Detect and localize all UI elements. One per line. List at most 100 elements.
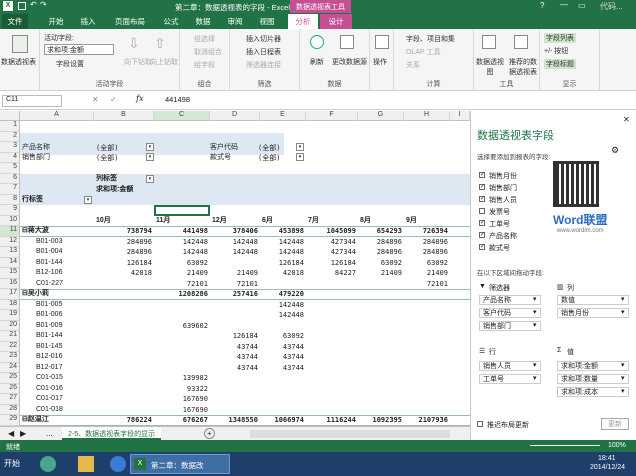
pivot-value-cell[interactable]: 63092 — [154, 258, 208, 269]
pivot-value-cell[interactable] — [404, 321, 448, 332]
pivot-row-label[interactable]: ⊟吴小莉 — [22, 289, 49, 300]
pivot-value-cell[interactable] — [210, 310, 258, 321]
active-field-input[interactable]: 求和项:金额 — [44, 44, 114, 55]
area-field-item[interactable]: 销售人员 — [479, 361, 541, 371]
pivot-row-label[interactable]: B01-003 — [36, 237, 62, 248]
pivot-value-cell[interactable]: 453898 — [260, 226, 304, 237]
pivot-value-cell[interactable] — [94, 331, 152, 342]
pivot-value-cell[interactable]: 142448 — [260, 310, 304, 321]
pivot-chart-icon[interactable] — [482, 35, 496, 49]
row-header[interactable]: 7 — [0, 184, 20, 195]
row-header[interactable]: 6 — [0, 173, 20, 184]
row-header[interactable]: 11 — [0, 226, 20, 237]
pivot-row-label[interactable]: ⊟赵温江 — [22, 415, 49, 426]
pivot-value-cell[interactable] — [210, 394, 258, 405]
change-source-icon[interactable] — [340, 35, 354, 49]
field-checkbox[interactable]: ✓ — [479, 220, 485, 226]
pivot-value-cell[interactable] — [358, 279, 402, 290]
pivot-row-label[interactable]: C01-016 — [36, 384, 63, 395]
pivot-value-cell[interactable]: 1092395 — [358, 415, 402, 426]
field-name[interactable]: 产品名称 — [489, 231, 517, 241]
pivot-value-cell[interactable]: 726394 — [404, 226, 448, 237]
pivot-value-cell[interactable] — [260, 373, 304, 384]
pivot-value-cell[interactable] — [358, 363, 402, 374]
pivot-value-cell[interactable] — [306, 310, 356, 321]
col-header-c[interactable]: C — [154, 111, 210, 121]
fields-items-button[interactable]: 字段、项目和集 — [406, 34, 455, 44]
pivot-value-cell[interactable]: 43744 — [210, 342, 258, 353]
pivot-value-cell[interactable]: 42818 — [94, 268, 152, 279]
area-field-item[interactable]: 数值 — [557, 295, 629, 305]
chevron-down-icon[interactable]: ▾ — [621, 295, 625, 303]
row-header[interactable]: 18 — [0, 299, 20, 310]
pivot-value-cell[interactable]: 21409 — [154, 268, 208, 279]
enter-icon[interactable]: ✓ — [110, 95, 117, 104]
pivot-value-cell[interactable] — [154, 310, 208, 321]
pivot-value-cell[interactable] — [94, 342, 152, 353]
pivot-value-cell[interactable] — [404, 405, 448, 416]
pivot-value-cell[interactable]: 63092 — [404, 258, 448, 269]
pivot-row-label[interactable]: ⊟蒋大波 — [22, 226, 49, 237]
recommended-pivot-button[interactable]: 推荐的数据透视表 — [506, 57, 540, 77]
chevron-down-icon[interactable]: ▾ — [621, 387, 625, 395]
row-header[interactable]: 19 — [0, 310, 20, 321]
row-header[interactable]: 8 — [0, 194, 20, 205]
pivot-value-cell[interactable] — [306, 363, 356, 374]
pivot-value-cell[interactable] — [94, 352, 152, 363]
pivot-row-label[interactable]: C01-017 — [36, 394, 63, 405]
pivot-value-cell[interactable]: 427344 — [306, 247, 356, 258]
pivot-value-cell[interactable] — [306, 384, 356, 395]
pivot-value-cell[interactable]: 72101 — [154, 279, 208, 290]
field-checkbox[interactable]: ✓ — [479, 172, 485, 178]
drill-down-button[interactable]: 向下钻取 — [124, 57, 152, 67]
pivot-row-label[interactable]: B01-145 — [36, 342, 62, 353]
row-header[interactable]: 23 — [0, 352, 20, 363]
row-header[interactable]: 1 — [0, 121, 20, 132]
pivot-value-cell[interactable]: 257416 — [210, 289, 258, 300]
pivot-value-cell[interactable]: 1066974 — [260, 415, 304, 426]
undo-icon[interactable]: ↶ — [30, 0, 37, 9]
help-icon[interactable]: ? — [540, 1, 544, 10]
row-header[interactable]: 17 — [0, 289, 20, 300]
pivot-value-cell[interactable]: 63092 — [358, 258, 402, 269]
pivot-value-cell[interactable]: 21409 — [404, 268, 448, 279]
chevron-down-icon[interactable]: ▾ — [621, 361, 625, 369]
pivot-value-cell[interactable]: 738794 — [94, 226, 152, 237]
pivot-value-cell[interactable] — [94, 289, 152, 300]
pivot-row-label[interactable]: C01-015 — [36, 373, 63, 384]
pivot-value-cell[interactable] — [260, 279, 304, 290]
filter-connections-button[interactable]: 筛选器连接 — [246, 60, 281, 70]
pivot-value-cell[interactable]: 142448 — [260, 300, 304, 311]
pivot-value-cell[interactable] — [358, 342, 402, 353]
pivot-value-cell[interactable] — [306, 331, 356, 342]
area-field-item[interactable]: 求和项:金额 — [557, 361, 629, 371]
chevron-down-icon[interactable]: ▾ — [533, 361, 537, 369]
actions-button[interactable]: 操作 — [373, 57, 387, 67]
pivot-table-icon[interactable] — [12, 35, 28, 53]
pivot-value-cell[interactable] — [358, 321, 402, 332]
maximize-icon[interactable]: ▭ — [578, 1, 586, 10]
pivot-row-label[interactable]: B01-005 — [36, 300, 62, 311]
pivot-table-button[interactable]: 数据透视表 — [1, 57, 36, 67]
pivot-value-cell[interactable] — [154, 300, 208, 311]
row-header[interactable]: 5 — [0, 163, 20, 174]
area-field-item[interactable]: 工单号 — [479, 374, 541, 384]
pivot-value-cell[interactable]: 93322 — [154, 384, 208, 395]
col-header-d[interactable]: D — [210, 111, 260, 121]
pivot-value-cell[interactable] — [306, 373, 356, 384]
row-header[interactable]: 27 — [0, 394, 20, 405]
tab-page-layout[interactable]: 页面布局 — [108, 14, 152, 29]
recommended-pivot-icon[interactable] — [514, 35, 528, 49]
pivot-value-cell[interactable] — [404, 363, 448, 374]
next-sheet-icon[interactable]: ▶ — [20, 429, 26, 438]
pivot-value-cell[interactable] — [210, 405, 258, 416]
pivot-value-cell[interactable]: 126184 — [94, 258, 152, 269]
row-header[interactable]: 13 — [0, 247, 20, 258]
pivot-value-cell[interactable]: 126184 — [260, 258, 304, 269]
tab-review[interactable]: 审阅 — [222, 14, 248, 29]
redo-icon[interactable]: ↷ — [40, 0, 47, 9]
col-labels-dropdown-icon[interactable]: ▾ — [146, 175, 154, 183]
field-name[interactable]: 销售月份 — [489, 171, 517, 181]
field-headers-button[interactable]: 字段标题 — [544, 59, 576, 69]
pivot-value-cell[interactable]: 167690 — [154, 405, 208, 416]
